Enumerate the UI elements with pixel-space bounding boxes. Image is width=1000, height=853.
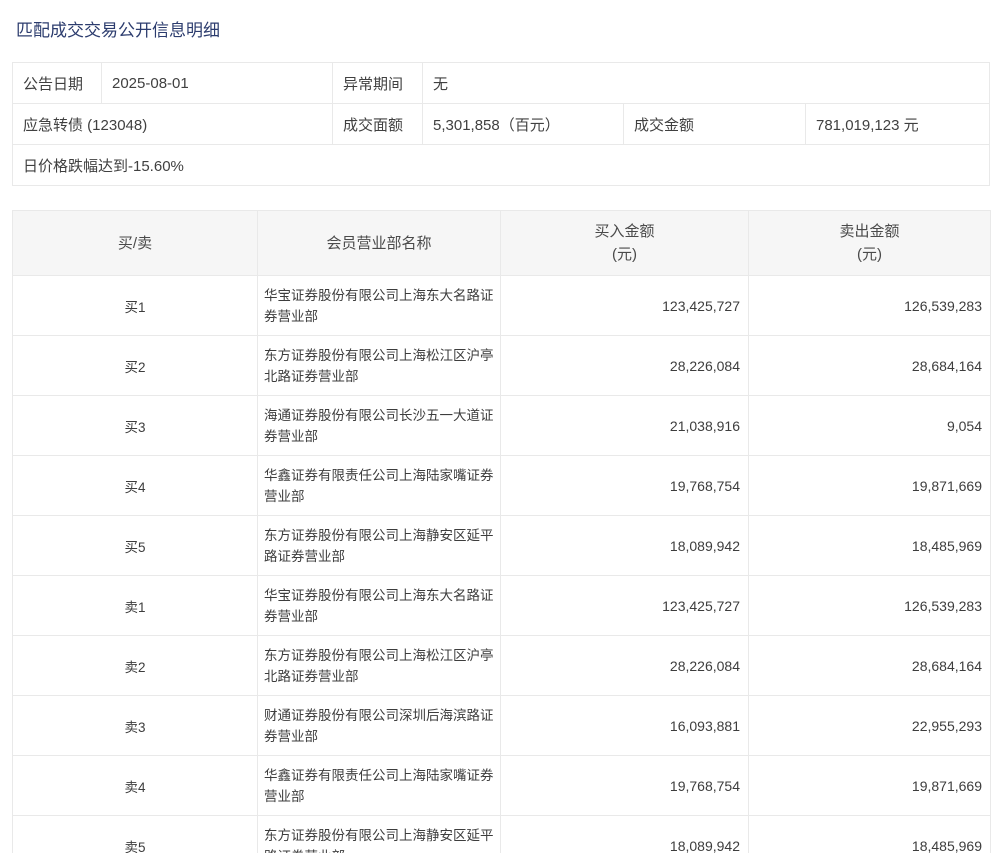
sell-header-line1: 卖出金额 (750, 220, 989, 243)
table-row: 卖2 东方证券股份有限公司上海松江区沪亭北路证券营业部 28,226,084 2… (13, 636, 991, 696)
side-cell: 买2 (13, 336, 258, 396)
face-value-value: 5,301,858（百元） (423, 104, 624, 145)
sell-amount-cell: 28,684,164 (749, 636, 991, 696)
side-cell: 卖3 (13, 696, 258, 756)
buy-amount-cell: 123,425,727 (501, 276, 749, 336)
branch-cell: 华宝证券股份有限公司上海东大名路证券营业部 (258, 576, 501, 636)
sell-amount-cell: 18,485,969 (749, 516, 991, 576)
buy-amount-cell: 28,226,084 (501, 336, 749, 396)
column-header-buy: 买入金额 (元) (501, 211, 749, 276)
sell-amount-cell: 126,539,283 (749, 276, 991, 336)
branch-cell: 财通证券股份有限公司深圳后海滨路证券营业部 (258, 696, 501, 756)
sell-amount-cell: 126,539,283 (749, 576, 991, 636)
buy-amount-cell: 19,768,754 (501, 456, 749, 516)
buy-header-line1: 买入金额 (502, 220, 747, 243)
info-row-security: 应急转债 (123048) 成交面额 5,301,858（百元） 成交金额 78… (13, 104, 990, 145)
branch-cell: 东方证券股份有限公司上海松江区沪亭北路证券营业部 (258, 636, 501, 696)
side-cell: 卖1 (13, 576, 258, 636)
branch-cell: 东方证券股份有限公司上海静安区延平路证券营业部 (258, 516, 501, 576)
announcement-date-value: 2025-08-01 (102, 63, 333, 104)
column-header-branch: 会员营业部名称 (258, 211, 501, 276)
side-cell: 买5 (13, 516, 258, 576)
side-cell: 买4 (13, 456, 258, 516)
face-value-label: 成交面额 (333, 104, 423, 145)
buy-amount-cell: 18,089,942 (501, 516, 749, 576)
column-header-side: 买/卖 (13, 211, 258, 276)
sell-amount-cell: 19,871,669 (749, 456, 991, 516)
page: 匹配成交交易公开信息明细 公告日期 2025-08-01 异常期间 无 应急转债… (0, 0, 1000, 853)
branch-cell: 华鑫证券有限责任公司上海陆家嘴证券营业部 (258, 756, 501, 816)
table-row: 买1 华宝证券股份有限公司上海东大名路证券营业部 123,425,727 126… (13, 276, 991, 336)
buy-header-line2: (元) (502, 243, 747, 266)
branch-cell: 东方证券股份有限公司上海静安区延平路证券营业部 (258, 816, 501, 853)
turnover-label: 成交金额 (624, 104, 806, 145)
branch-cell: 海通证券股份有限公司长沙五一大道证券营业部 (258, 396, 501, 456)
table-row: 买5 东方证券股份有限公司上海静安区延平路证券营业部 18,089,942 18… (13, 516, 991, 576)
info-row-note: 日价格跌幅达到-15.60% (13, 145, 990, 186)
buy-amount-cell: 19,768,754 (501, 756, 749, 816)
abnormal-period-value: 无 (423, 63, 990, 104)
price-change-note: 日价格跌幅达到-15.60% (13, 145, 990, 186)
abnormal-period-label: 异常期间 (333, 63, 423, 104)
buy-amount-cell: 123,425,727 (501, 576, 749, 636)
sell-header-line2: (元) (750, 243, 989, 266)
table-row: 买2 东方证券股份有限公司上海松江区沪亭北路证券营业部 28,226,084 2… (13, 336, 991, 396)
side-cell: 买3 (13, 396, 258, 456)
trade-detail-table: 买/卖 会员营业部名称 买入金额 (元) 卖出金额 (元) 买1 华宝证券股份有… (12, 210, 991, 853)
sell-amount-cell: 28,684,164 (749, 336, 991, 396)
table-row: 卖4 华鑫证券有限责任公司上海陆家嘴证券营业部 19,768,754 19,87… (13, 756, 991, 816)
info-panel: 公告日期 2025-08-01 异常期间 无 应急转债 (123048) 成交面… (12, 62, 990, 186)
side-cell: 卖5 (13, 816, 258, 853)
page-title: 匹配成交交易公开信息明细 (0, 0, 1000, 41)
table-header: 买/卖 会员营业部名称 买入金额 (元) 卖出金额 (元) (13, 211, 991, 276)
sell-amount-cell: 9,054 (749, 396, 991, 456)
sell-amount-cell: 19,871,669 (749, 756, 991, 816)
table-row: 买3 海通证券股份有限公司长沙五一大道证券营业部 21,038,916 9,05… (13, 396, 991, 456)
branch-cell: 华鑫证券有限责任公司上海陆家嘴证券营业部 (258, 456, 501, 516)
buy-amount-cell: 18,089,942 (501, 816, 749, 853)
turnover-value: 781,019,123 元 (806, 104, 990, 145)
buy-amount-cell: 21,038,916 (501, 396, 749, 456)
side-cell: 买1 (13, 276, 258, 336)
side-cell: 卖4 (13, 756, 258, 816)
announcement-date-label: 公告日期 (13, 63, 102, 104)
table-row: 卖5 东方证券股份有限公司上海静安区延平路证券营业部 18,089,942 18… (13, 816, 991, 853)
sell-amount-cell: 22,955,293 (749, 696, 991, 756)
branch-cell: 东方证券股份有限公司上海松江区沪亭北路证券营业部 (258, 336, 501, 396)
branch-cell: 华宝证券股份有限公司上海东大名路证券营业部 (258, 276, 501, 336)
sell-amount-cell: 18,485,969 (749, 816, 991, 853)
column-header-sell: 卖出金额 (元) (749, 211, 991, 276)
buy-amount-cell: 16,093,881 (501, 696, 749, 756)
table-row: 买4 华鑫证券有限责任公司上海陆家嘴证券营业部 19,768,754 19,87… (13, 456, 991, 516)
table-row: 卖3 财通证券股份有限公司深圳后海滨路证券营业部 16,093,881 22,9… (13, 696, 991, 756)
buy-amount-cell: 28,226,084 (501, 636, 749, 696)
info-row-date: 公告日期 2025-08-01 异常期间 无 (13, 63, 990, 104)
table-row: 卖1 华宝证券股份有限公司上海东大名路证券营业部 123,425,727 126… (13, 576, 991, 636)
security-name: 应急转债 (123048) (13, 104, 333, 145)
side-cell: 卖2 (13, 636, 258, 696)
